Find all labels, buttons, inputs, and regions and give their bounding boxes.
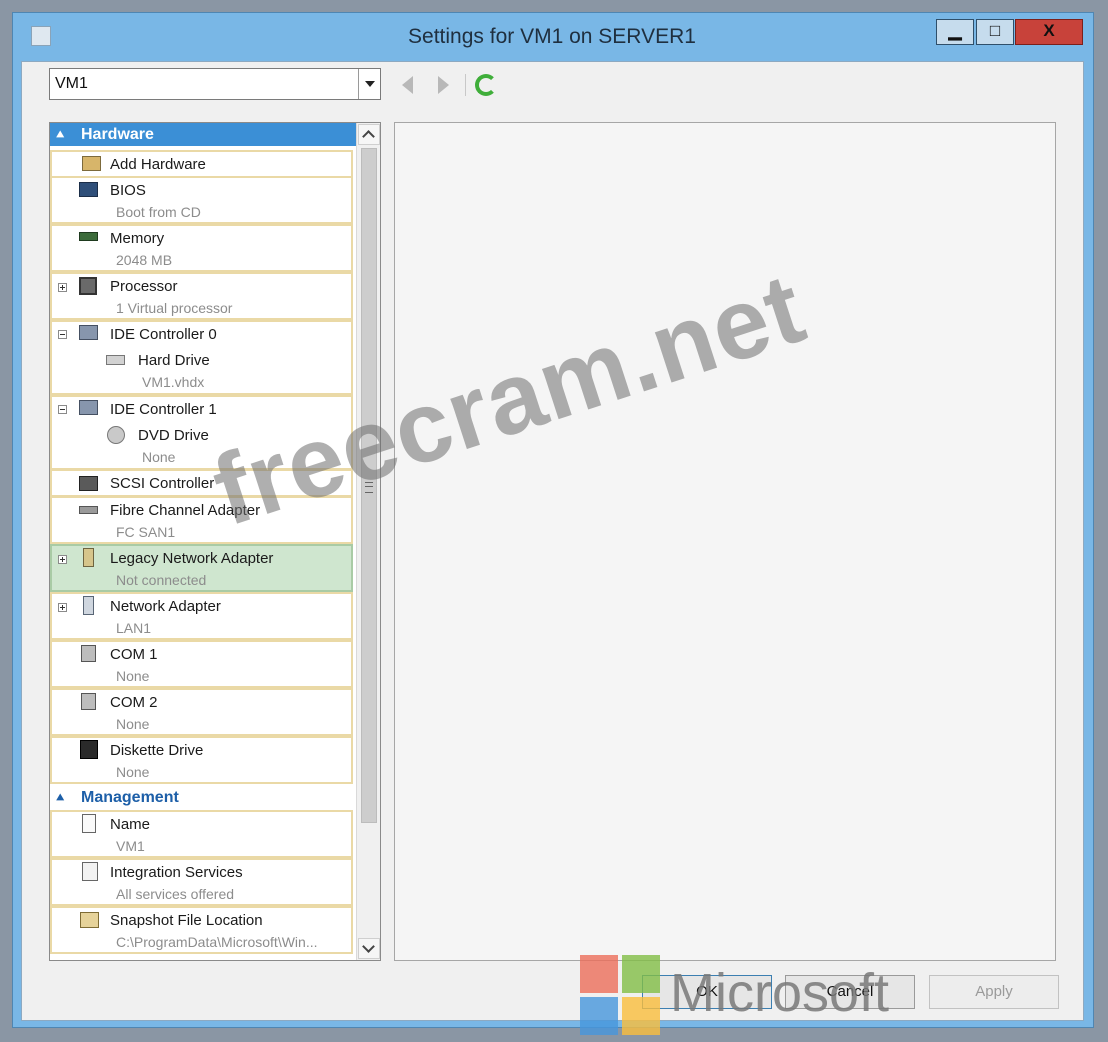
snapshot-folder-icon	[80, 912, 99, 928]
tree-item-bios-detail: Boot from CD	[116, 204, 201, 220]
tree-item-add-hardware[interactable]: Add Hardware	[50, 150, 353, 178]
tree-item-com1-label: COM 1	[110, 646, 158, 663]
tree-item-snapshot-file-location-label: Snapshot File Location	[110, 912, 263, 929]
tree-item-network-adapter[interactable]: Network Adapter LAN1	[50, 592, 353, 640]
tree-item-diskette-drive-detail: None	[116, 764, 150, 780]
tree-item-com2-detail: None	[116, 716, 150, 732]
tree-item-hard-drive-detail: VM1.vhdx	[142, 374, 205, 390]
tree-item-diskette-drive-label: Diskette Drive	[110, 742, 204, 759]
tree-item-memory-detail: 2048 MB	[116, 252, 173, 268]
chevron-down-icon[interactable]	[358, 69, 380, 99]
tree-item-legacy-network-adapter-detail: Not connected	[116, 572, 207, 588]
ide-controller-icon	[79, 400, 98, 415]
tree-item-dvd-drive-label[interactable]: DVD Drive	[138, 427, 209, 444]
logo-square-yellow	[622, 997, 660, 1035]
collapse-up-icon[interactable]: ⯅	[55, 123, 65, 146]
memory-module-icon	[79, 232, 98, 241]
network-adapter-icon	[83, 548, 94, 567]
tree-item-bios-label: BIOS	[110, 182, 146, 199]
tree-item-ide-controller-1-label: IDE Controller 1	[110, 401, 217, 418]
microsoft-logo-icon	[580, 955, 660, 1035]
tree-item-snapshot-file-location[interactable]: Snapshot File Location C:\ProgramData\Mi…	[50, 906, 353, 954]
floppy-disk-icon	[80, 740, 98, 759]
close-button[interactable]: X	[1015, 19, 1083, 45]
tree-item-com1-detail: None	[116, 668, 150, 684]
tree-item-name[interactable]: Name VM1	[50, 810, 353, 858]
settings-tree: ⯅ Hardware Add Hardware BIOS Boot from C…	[49, 122, 381, 961]
vm-selector-dropdown[interactable]: VM1	[49, 68, 381, 100]
toolbar-divider	[465, 74, 466, 96]
hard-drive-icon	[106, 355, 125, 365]
fibre-channel-icon	[79, 506, 98, 514]
logo-square-red	[580, 955, 618, 993]
title-bar[interactable]: Settings for VM1 on SERVER1 ▁ □ X	[13, 13, 1093, 61]
tree-scrollbar[interactable]	[356, 123, 380, 960]
scsi-controller-icon	[79, 476, 98, 491]
collapse-up-icon[interactable]: ⯅	[55, 786, 65, 809]
scroll-up-arrow-icon[interactable]	[358, 124, 380, 145]
tree-item-processor-detail: 1 Virtual processor	[116, 300, 233, 316]
details-pane	[394, 122, 1056, 961]
tree-item-ide-controller-0-label: IDE Controller 0	[110, 326, 217, 343]
tree-item-ide-controller-0[interactable]: IDE Controller 0 Hard Drive VM1.vhdx	[50, 320, 353, 395]
tree-item-memory[interactable]: Memory 2048 MB	[50, 224, 353, 272]
collapse-minus-icon[interactable]	[58, 405, 67, 414]
checklist-icon	[82, 862, 98, 881]
bios-chip-icon	[79, 182, 98, 197]
dvd-drive-icon	[107, 426, 125, 444]
vm-selector-value: VM1	[55, 75, 88, 92]
tree-item-com2-label: COM 2	[110, 694, 158, 711]
scroll-down-arrow-icon[interactable]	[358, 938, 380, 959]
tree-item-add-hardware-label: Add Hardware	[110, 156, 206, 173]
tree-item-name-label: Name	[110, 816, 151, 833]
tree-item-integration-services-label: Integration Services	[110, 864, 243, 881]
apply-button[interactable]: Apply	[929, 975, 1059, 1009]
forward-arrow-icon[interactable]	[438, 76, 449, 94]
tree-item-name-detail: VM1	[116, 838, 145, 854]
tree-item-bios[interactable]: BIOS Boot from CD	[50, 176, 353, 224]
com-port-icon	[81, 693, 96, 710]
processor-chip-icon	[79, 277, 97, 295]
settings-window: Settings for VM1 on SERVER1 ▁ □ X VM1 ⯅ …	[12, 12, 1094, 1028]
tree-item-scsi-controller-label: SCSI Controller	[110, 475, 215, 492]
tree-item-diskette-drive[interactable]: Diskette Drive None	[50, 736, 353, 784]
tree-item-dvd-drive-detail: None	[142, 449, 176, 465]
add-hardware-icon	[82, 156, 101, 171]
tree-item-fibre-channel-detail: FC SAN1	[116, 524, 176, 540]
tree-item-hard-drive-label[interactable]: Hard Drive	[138, 352, 210, 369]
network-adapter-icon	[83, 596, 94, 615]
expand-plus-icon[interactable]	[58, 283, 67, 292]
tree-item-memory-label: Memory	[110, 230, 165, 247]
expand-plus-icon[interactable]	[58, 603, 67, 612]
tree-item-com1[interactable]: COM 1 None	[50, 640, 353, 688]
expand-plus-icon[interactable]	[58, 555, 67, 564]
tree-item-integration-services[interactable]: Integration Services All services offere…	[50, 858, 353, 906]
tree-item-com2[interactable]: COM 2 None	[50, 688, 353, 736]
section-management[interactable]: ⯅ Management	[50, 786, 356, 809]
tree-item-integration-services-detail: All services offered	[116, 886, 235, 902]
tree-item-processor-label: Processor	[110, 278, 178, 295]
tree-item-legacy-network-adapter[interactable]: Legacy Network Adapter Not connected	[50, 544, 353, 592]
window-client-area: VM1 ⯅ Hardware Add Hardware BIOS Boot fr…	[21, 61, 1084, 1021]
section-hardware-label: Hardware	[81, 126, 154, 143]
text-cursor-icon	[82, 814, 96, 833]
tree-item-snapshot-file-location-detail: C:\ProgramData\Microsoft\Win...	[116, 934, 318, 950]
ide-controller-icon	[79, 325, 98, 340]
back-arrow-icon[interactable]	[402, 76, 413, 94]
tree-item-legacy-network-adapter-label: Legacy Network Adapter	[110, 550, 274, 567]
tree-item-processor[interactable]: Processor 1 Virtual processor	[50, 272, 353, 320]
com-port-icon	[81, 645, 96, 662]
section-management-label: Management	[81, 789, 179, 806]
minimize-button[interactable]: ▁	[936, 19, 974, 45]
refresh-icon[interactable]	[475, 74, 497, 96]
maximize-button[interactable]: □	[976, 19, 1014, 45]
tree-item-network-adapter-detail: LAN1	[116, 620, 152, 636]
tree-item-network-adapter-label: Network Adapter	[110, 598, 221, 615]
collapse-minus-icon[interactable]	[58, 330, 67, 339]
section-hardware[interactable]: ⯅ Hardware	[50, 123, 356, 146]
logo-square-blue	[580, 997, 618, 1035]
logo-square-green	[622, 955, 660, 993]
window-title: Settings for VM1 on SERVER1	[408, 25, 696, 48]
microsoft-logo-text: Microsoft	[670, 963, 890, 1023]
